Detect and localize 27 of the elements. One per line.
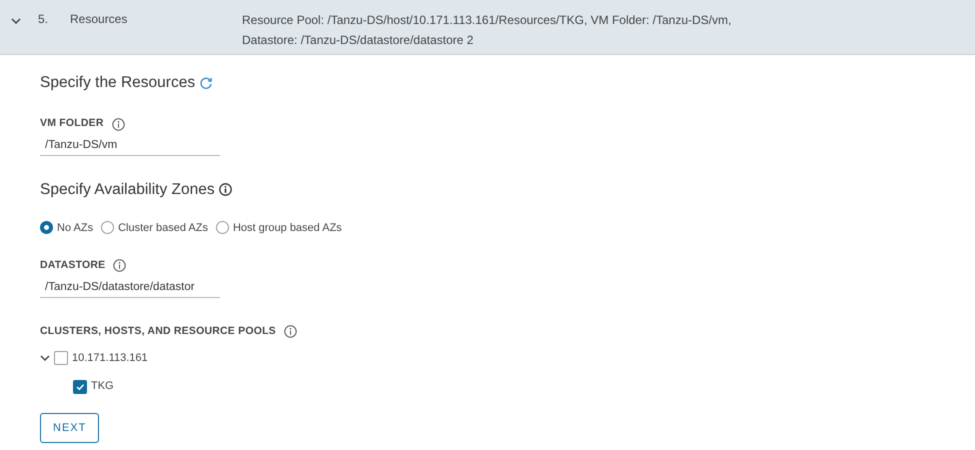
checkbox[interactable]: [73, 380, 87, 394]
tree-item[interactable]: TKG: [91, 378, 114, 395]
chevron-icon[interactable]: [11, 16, 21, 26]
radio-label[interactable]: Cluster based AZs: [118, 220, 208, 236]
checkbox[interactable]: [54, 351, 68, 365]
step-summary: Resource Pool: /Tanzu-DS/host/10.171.113.161/Resources/TKG, VM Folder: /Tanzu-DS/vm, Datastore: /Tanzu-DS/datastore/datastore 2: [242, 13, 732, 47]
section-heading: Specify the Resources: [40, 73, 196, 93]
field-label: VM FOLDER: [40, 116, 104, 132]
check-icon: [75, 382, 85, 392]
step-title: Resources: [70, 12, 128, 26]
field-label: DATASTORE: [40, 258, 106, 273]
radio-button[interactable]: [216, 221, 229, 234]
next-button[interactable]: NEXT: [40, 412, 100, 444]
radio-label[interactable]: No AZs: [57, 220, 94, 236]
radio-button[interactable]: [101, 221, 114, 234]
section-heading: Specify Availability Zones: [40, 180, 215, 200]
info-icon[interactable]: [113, 259, 126, 272]
step-number: 5.: [38, 12, 48, 26]
radio-button[interactable]: [40, 221, 53, 234]
field-label: CLUSTERS, HOSTS, AND RESOURCE POOLS: [40, 324, 276, 339]
radio-label[interactable]: Host group based AZs: [232, 220, 342, 236]
chevron-icon[interactable]: [40, 353, 50, 363]
tree-item[interactable]: 10.171.113.161: [72, 350, 148, 366]
info-icon[interactable]: [218, 183, 232, 196]
refresh-icon[interactable]: [199, 76, 214, 90]
info-icon[interactable]: [112, 118, 125, 131]
info-icon[interactable]: [284, 325, 297, 338]
